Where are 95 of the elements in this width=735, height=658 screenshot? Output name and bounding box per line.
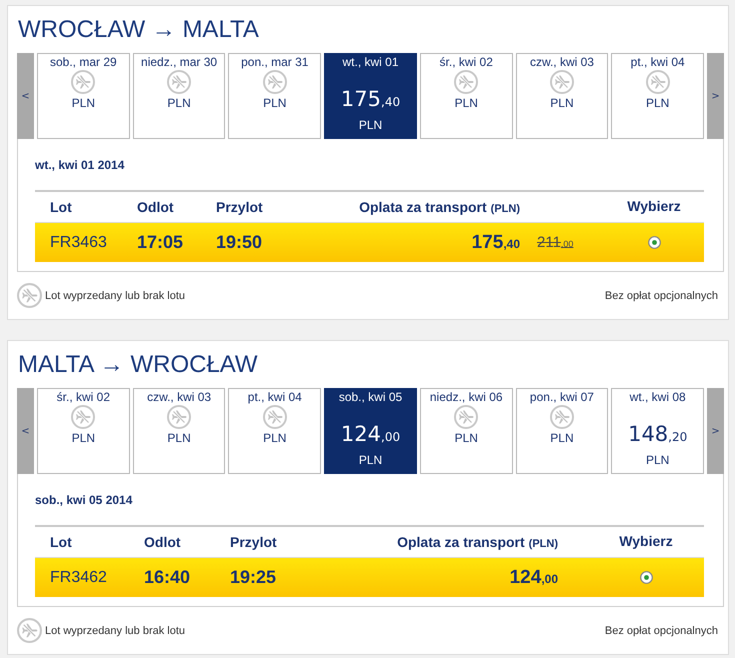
date-card[interactable]: pt., kwi 04 PLN bbox=[228, 388, 322, 474]
column-header: Wybierz bbox=[619, 533, 673, 549]
date-label: pt., kwi 04 bbox=[248, 390, 302, 405]
date-label: pon., mar 31 bbox=[241, 55, 308, 70]
currency-label: PLN bbox=[263, 431, 286, 445]
fees-note: Bez opłat opcjonalnych bbox=[604, 290, 718, 302]
date-label: niedz., mar 30 bbox=[141, 55, 218, 70]
price-label: 148,20 bbox=[628, 421, 688, 448]
date-card[interactable]: sob., kwi 05 124,00 PLN bbox=[324, 388, 417, 474]
crossed-plane-icon bbox=[550, 70, 574, 94]
fees-note: Bez opłat opcjonalnych bbox=[604, 624, 718, 636]
crossed-plane-icon bbox=[646, 70, 670, 94]
route-title: WROCŁAW → MALTA bbox=[18, 16, 260, 44]
crossed-plane-icon bbox=[262, 70, 287, 94]
currency-label: PLN bbox=[167, 96, 191, 110]
column-header: Przylot bbox=[216, 199, 264, 215]
crossed-plane-icon bbox=[167, 70, 192, 94]
next-days-button[interactable]: > bbox=[707, 388, 724, 474]
previous-days-button[interactable]: < bbox=[17, 388, 34, 474]
currency-label: PLN bbox=[263, 96, 286, 110]
currency-label: PLN bbox=[167, 431, 191, 445]
route-title: MALTA → WROCŁAW bbox=[18, 351, 259, 379]
column-header: Lot bbox=[49, 534, 73, 550]
date-card[interactable]: czw., kwi 03 PLN bbox=[516, 53, 608, 139]
currency-note: (PLN) bbox=[490, 203, 520, 215]
currency-label: PLN bbox=[72, 96, 96, 110]
select-radio[interactable] bbox=[648, 236, 660, 249]
column-header: Lot bbox=[49, 199, 73, 215]
date-card[interactable]: niedz., kwi 06 PLN bbox=[420, 388, 513, 474]
currency-label: PLN bbox=[646, 453, 670, 467]
date-card[interactable]: czw., kwi 03 PLN bbox=[132, 388, 226, 474]
date-card[interactable]: wt., kwi 08 148,20 PLN bbox=[611, 388, 704, 474]
legend-text: Lot wyprzedany lub brak lotu bbox=[45, 290, 186, 302]
date-label: wt., kwi 08 bbox=[630, 390, 686, 405]
currency-note: (PLN) bbox=[528, 538, 558, 550]
date-card[interactable]: śr., kwi 02 PLN bbox=[420, 53, 513, 139]
date-card[interactable]: wt., kwi 01 175,40 PLN bbox=[324, 53, 417, 139]
date-card[interactable]: pt., kwi 04 PLN bbox=[611, 53, 704, 139]
price-label: 175,40 bbox=[340, 86, 400, 113]
flight-row[interactable]: FR3463 17:05 19:50 175,40 211,00 bbox=[35, 223, 704, 262]
date-label: czw., kwi 03 bbox=[147, 390, 212, 405]
currency-label: PLN bbox=[646, 96, 670, 110]
crossed-plane-icon bbox=[454, 70, 478, 94]
fare-price: 124,00 bbox=[510, 566, 558, 588]
crossed-plane-icon bbox=[167, 405, 192, 429]
currency-label: PLN bbox=[454, 431, 478, 445]
date-label: sob., mar 29 bbox=[50, 55, 117, 70]
currency-label: PLN bbox=[72, 431, 96, 445]
date-label: pon., kwi 07 bbox=[530, 390, 594, 405]
crossed-plane-icon bbox=[454, 405, 478, 429]
legend-text: Lot wyprzedany lub brak lotu bbox=[45, 624, 186, 636]
column-header: Odlot bbox=[144, 534, 182, 550]
column-header: Oplata za transport bbox=[359, 199, 487, 215]
currency-label: PLN bbox=[454, 96, 478, 110]
flight-row[interactable]: FR3462 16:40 19:25 124,00 bbox=[35, 558, 704, 597]
date-card[interactable]: pon., kwi 07 PLN bbox=[516, 388, 608, 474]
price-label: 124,00 bbox=[340, 421, 400, 448]
currency-label: PLN bbox=[550, 96, 574, 110]
selected-date-heading: sob., kwi 05 2014 bbox=[35, 493, 134, 507]
currency-label: PLN bbox=[358, 118, 382, 132]
date-label: czw., kwi 03 bbox=[530, 55, 594, 70]
date-card[interactable]: śr., kwi 02 PLN bbox=[37, 388, 130, 474]
date-card[interactable]: pon., mar 31 PLN bbox=[228, 53, 322, 139]
departure-time: 16:40 bbox=[144, 567, 192, 588]
flight-number: FR3462 bbox=[49, 568, 108, 586]
column-header: Przylot bbox=[230, 534, 278, 550]
previous-days-button[interactable]: < bbox=[17, 53, 34, 139]
arrival-time: 19:25 bbox=[230, 567, 278, 588]
crossed-plane-icon bbox=[550, 405, 574, 429]
date-label: pt., kwi 04 bbox=[630, 55, 685, 70]
selected-date-heading: wt., kwi 01 2014 bbox=[35, 158, 126, 172]
date-label: niedz., kwi 06 bbox=[430, 390, 503, 405]
date-label: sob., kwi 05 bbox=[338, 390, 402, 405]
crossed-plane-icon bbox=[262, 405, 287, 429]
arrival-time: 19:50 bbox=[216, 232, 264, 253]
old-fare-price: 211,00 bbox=[536, 234, 574, 251]
date-label: śr., kwi 02 bbox=[440, 55, 493, 70]
currency-label: PLN bbox=[358, 453, 382, 467]
fare-price: 175,40 bbox=[472, 232, 520, 254]
date-card[interactable]: niedz., mar 30 PLN bbox=[132, 53, 226, 139]
next-days-button[interactable]: > bbox=[707, 53, 724, 139]
column-header: Wybierz bbox=[627, 198, 681, 214]
column-header: Oplata za transport bbox=[397, 534, 525, 550]
crossed-plane-icon bbox=[17, 283, 42, 308]
date-label: śr., kwi 02 bbox=[56, 390, 110, 405]
crossed-plane-icon bbox=[17, 618, 42, 643]
column-header: Odlot bbox=[137, 199, 175, 215]
date-card[interactable]: sob., mar 29 PLN bbox=[37, 53, 130, 139]
date-label: wt., kwi 01 bbox=[342, 55, 399, 70]
crossed-plane-icon bbox=[71, 405, 96, 429]
flight-number: FR3463 bbox=[49, 234, 108, 252]
currency-label: PLN bbox=[550, 431, 574, 445]
crossed-plane-icon bbox=[71, 70, 96, 94]
select-radio[interactable] bbox=[640, 571, 652, 584]
departure-time: 17:05 bbox=[137, 232, 184, 253]
